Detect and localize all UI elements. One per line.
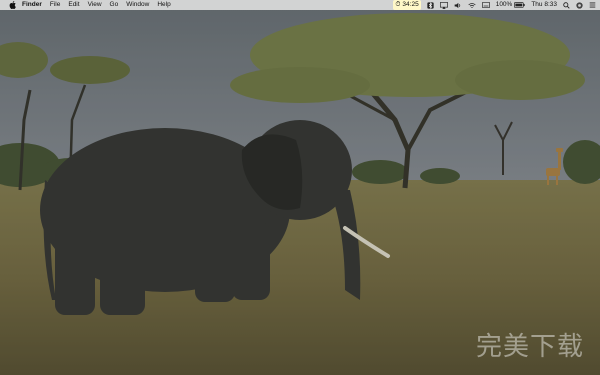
timer-status[interactable]: ⏱ 34:25 xyxy=(393,0,421,10)
menu-edit[interactable]: Edit xyxy=(68,0,79,10)
battery-icon xyxy=(514,2,525,8)
menu-go[interactable]: Go xyxy=(110,0,119,10)
battery-status[interactable]: 100% xyxy=(496,0,526,10)
airplay-icon[interactable] xyxy=(439,1,448,9)
menu-app-name[interactable]: Finder xyxy=(22,0,42,10)
menu-icon[interactable] xyxy=(589,2,596,8)
search-icon[interactable] xyxy=(563,1,570,9)
menu-file[interactable]: File xyxy=(50,0,60,10)
bluetooth-icon[interactable] xyxy=(427,1,434,9)
desktop: Finder File Edit View Go Window Help ⏱ 3… xyxy=(0,0,600,375)
clock[interactable]: Thu 8:33 xyxy=(531,0,557,10)
menu-window[interactable]: Window xyxy=(126,0,149,10)
keyboard-icon[interactable] xyxy=(481,2,490,8)
desktop-wallpaper xyxy=(0,0,600,375)
battery-percent: 100% xyxy=(495,1,513,8)
volume-icon[interactable] xyxy=(454,2,462,9)
siri-icon[interactable] xyxy=(576,1,583,9)
menu-help[interactable]: Help xyxy=(157,0,170,10)
timer-icon: ⏱ xyxy=(395,1,401,8)
menu-bar: Finder File Edit View Go Window Help ⏱ 3… xyxy=(0,0,600,10)
watermark: 完美下载 xyxy=(475,332,584,362)
menu-view[interactable]: View xyxy=(88,0,102,10)
wifi-icon[interactable] xyxy=(468,2,476,9)
apple-icon[interactable] xyxy=(8,1,16,9)
timer-value: 34:25 xyxy=(402,1,419,8)
